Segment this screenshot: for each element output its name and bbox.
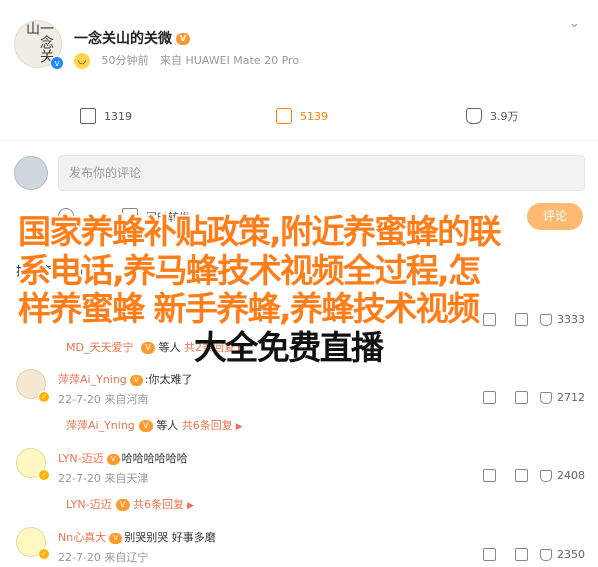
comment-time: 22-7-20 <box>58 551 101 564</box>
comment-location: 来自河南 <box>104 393 149 406</box>
laugh-emoji-icon: ◡ <box>74 53 90 69</box>
thumb-up-icon <box>540 469 552 482</box>
reply-count[interactable]: 共6条回复 <box>133 498 184 511</box>
post-meta: ◡ 50分钟前 来自 HUAWEI Mate 20 Pro <box>74 52 307 69</box>
comment-time: 22-7-20 <box>58 393 101 406</box>
share-icon[interactable] <box>483 469 496 482</box>
comment-input[interactable]: 发布你的评论 <box>58 155 585 191</box>
vip-icon: V <box>176 33 190 45</box>
overlay-line-2: 系电话,养马蜂技术视频全过程,怎 <box>18 250 481 290</box>
vip-icon: V <box>109 532 123 544</box>
thumb-up-icon <box>466 108 482 124</box>
vip-icon: V <box>106 453 120 465</box>
reply-summary[interactable]: LYN-迈迈 V 共6条回复 ▶ <box>66 496 194 512</box>
member-badge-icon: ✓ <box>38 548 50 560</box>
divider <box>0 140 598 141</box>
commenter-name[interactable]: 萍萍Ai_Yning <box>58 373 127 386</box>
like-button[interactable]: 2712 <box>540 391 585 404</box>
comment-location: 来自天津 <box>104 472 149 485</box>
overlay-line-4-text: 大全免费直播 <box>194 327 384 367</box>
comment-text: 萍萍Ai_Yning V:你太难了 <box>58 371 193 387</box>
reply-count[interactable]: 共6条回复 <box>182 419 233 432</box>
comment-body: 别哭别哭 <box>124 531 169 544</box>
reply-summary[interactable]: 萍萍Ai_Yning V 等人 共6条回复 ▶ <box>66 417 243 433</box>
author-name-text: 一念关山的关微 <box>74 31 172 47</box>
share-icon[interactable] <box>483 548 496 561</box>
overlay-line-3: 样养蜜蜂 新手养蜂,养蜂技术视频 <box>18 289 480 328</box>
caret-right-icon: ▶ <box>235 422 243 432</box>
overlay-line-4: 大全免费直播 <box>18 327 588 368</box>
comment-icon[interactable] <box>515 548 528 561</box>
comment-count: 5139 <box>300 109 328 123</box>
reply-more: 等人 <box>156 419 179 432</box>
vip-icon: V <box>138 420 153 432</box>
member-badge-icon: ✓ <box>38 469 50 481</box>
comment-icon <box>276 108 292 124</box>
comment-button[interactable]: 5139 <box>276 108 328 124</box>
like-count: 3.9万 <box>490 110 519 123</box>
like-button[interactable]: 3.9万 <box>466 108 519 124</box>
like-count: 2408 <box>557 469 585 482</box>
verified-icon: v <box>50 56 64 70</box>
comment-body: 哈哈哈哈哈哈 <box>121 452 188 465</box>
comment-icon[interactable] <box>515 469 528 482</box>
comment-meta: 22-7-20 来自河南 <box>58 391 148 407</box>
comment-meta: 22-7-20 来自天津 <box>58 470 148 486</box>
commenter-name[interactable]: Nn心真大 <box>58 531 106 544</box>
reply-user[interactable]: 萍萍Ai_Yning <box>66 419 135 432</box>
share-count: 1319 <box>104 109 132 123</box>
comment-time: 22-7-20 <box>58 472 101 485</box>
like-count: 2350 <box>557 548 585 561</box>
post-time: 50分钟前 <box>101 54 149 67</box>
comment-meta: 22-7-20 来自辽宁 <box>58 549 148 565</box>
comment-text: LYN-迈迈 V 哈哈哈哈哈哈 <box>58 450 188 466</box>
overlay-line-1: 国家养蜂补贴政策,附近养蜜蜂的联 <box>18 212 502 251</box>
post-source: 来自 HUAWEI Mate 20 Pro <box>160 54 300 67</box>
like-count: 2712 <box>557 391 585 404</box>
reply-user[interactable]: LYN-迈迈 <box>66 498 112 511</box>
like-button[interactable]: 2408 <box>540 469 585 482</box>
vip-icon: V <box>129 374 143 386</box>
member-badge-icon: ✓ <box>38 391 50 403</box>
comment-icon[interactable] <box>515 391 528 404</box>
like-button[interactable]: 2350 <box>540 548 585 561</box>
thumb-up-icon <box>540 391 552 404</box>
comment-body: :你太难了 <box>144 373 193 386</box>
share-button[interactable]: 1319 <box>80 108 132 124</box>
comment-body-2: 好事多磨 <box>171 531 216 544</box>
commenter-name[interactable]: LYN-迈迈 <box>58 452 104 465</box>
vip-icon: V <box>115 499 130 511</box>
comment-location: 来自辽宁 <box>104 551 149 564</box>
overlay-title: 国家养蜂补贴政策,附近养蜜蜂的联 系电话,养马蜂技术视频全过程,怎 样养蜜蜂 新… <box>18 212 588 368</box>
my-avatar <box>14 156 48 190</box>
share-icon <box>80 108 96 124</box>
author-name[interactable]: 一念关山的关微 V <box>74 28 190 48</box>
chevron-down-icon[interactable]: ⌄ <box>569 16 580 31</box>
caret-right-icon: ▶ <box>187 501 195 511</box>
thumb-up-icon <box>540 548 552 561</box>
share-icon[interactable] <box>483 391 496 404</box>
comment-text: Nn心真大 V 别哭别哭 好事多磨 <box>58 529 216 545</box>
comment-placeholder: 发布你的评论 <box>69 166 142 180</box>
